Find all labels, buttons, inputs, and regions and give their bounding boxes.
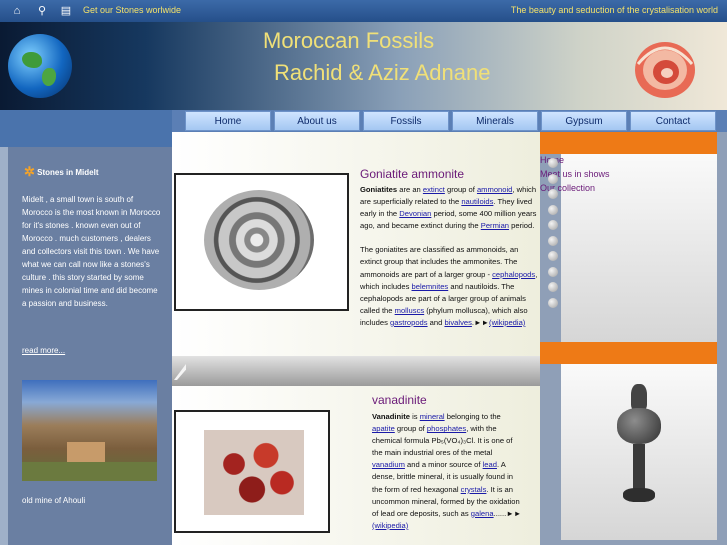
nav-item-about-us[interactable]: About us xyxy=(274,111,360,131)
paragraph-text: group of xyxy=(444,185,477,194)
photo-caption: old mine of Ahouli xyxy=(22,496,86,505)
document-icon[interactable]: ▤ xyxy=(59,4,73,18)
bullet-icon xyxy=(548,282,558,292)
orange-bar xyxy=(540,132,717,154)
article-vanadinite: vanadinite Vanadinite is mineral belongi… xyxy=(172,386,540,545)
article-body: Vanadinite is mineral belonging to the a… xyxy=(372,411,524,532)
bullet-icon xyxy=(548,297,558,308)
paragraph-text: .►► xyxy=(471,317,490,327)
paragraph-text: and xyxy=(427,317,445,327)
paragraph-text: group of xyxy=(394,424,427,434)
nav-item-home[interactable]: Home xyxy=(185,111,271,131)
goniatite-image xyxy=(174,173,349,311)
article-title: vanadinite xyxy=(372,393,427,407)
wiki-link[interactable]: (wikipedia) xyxy=(372,521,408,530)
article-title: Goniatite ammonite xyxy=(360,167,465,181)
nav-item-minerals[interactable]: Minerals xyxy=(452,111,538,131)
bullet-icon xyxy=(548,173,558,184)
paragraph-text: are an xyxy=(397,185,423,194)
wiki-link[interactable]: bivalves xyxy=(444,318,471,327)
bullet-icon xyxy=(548,189,558,199)
bullet-icon xyxy=(548,266,558,277)
wiki-link[interactable]: cephalopods xyxy=(492,270,535,279)
paragraph-text: period. xyxy=(509,221,535,231)
wiki-link[interactable]: ammonoid xyxy=(477,185,512,194)
nav-item-contact[interactable]: Contact xyxy=(630,111,716,131)
home-icon[interactable]: ⌂ xyxy=(10,4,24,18)
paragraph-text: and a minor source of xyxy=(404,460,483,470)
paragraph-text: is xyxy=(409,412,420,421)
ammonite-logo-image xyxy=(635,42,695,98)
wiki-link[interactable]: galena xyxy=(471,509,494,518)
wiki-link[interactable]: (wikipedia) xyxy=(489,318,525,327)
wiki-link[interactable]: crystals xyxy=(461,485,487,494)
wiki-link[interactable]: extinct xyxy=(423,185,445,194)
vanadinite-image xyxy=(174,410,330,533)
sidebar-heading: ✲ Stones in Midelt xyxy=(24,164,99,179)
left-header-strip xyxy=(0,110,172,147)
globe-image xyxy=(8,34,72,98)
nav-item-gypsum[interactable]: Gypsum xyxy=(541,111,627,131)
paragraph-text: belonging to the xyxy=(444,412,501,421)
bullet-icon xyxy=(548,251,558,261)
main-nav: Home About us Fossils Minerals Gypsum Contact xyxy=(172,110,727,132)
header-banner: Moroccan Fossils Rachid & Aziz Adnane xyxy=(0,22,727,110)
wiki-link[interactable]: gastropods xyxy=(390,318,428,327)
wiki-link[interactable]: phosphates xyxy=(427,424,466,433)
wiki-link[interactable]: belemnites xyxy=(412,282,449,291)
sidebar-text: Midelt , a small town is south of Morocc… xyxy=(22,195,161,308)
top-bar: ⌂ ⚲ ▤ Get our Stones worlwide The beauty… xyxy=(0,0,727,22)
right-column: HomeMeet us in showsOur collection xyxy=(540,132,727,545)
lamp-image xyxy=(605,380,673,520)
paragraph-text: Goniatites xyxy=(360,185,398,194)
article-body: Goniatites are an extinct group of ammon… xyxy=(360,184,538,329)
mine-photo xyxy=(22,380,157,481)
wiki-link[interactable]: apatite xyxy=(372,424,395,433)
featured-item-box xyxy=(561,364,717,540)
bullet-icon xyxy=(548,204,558,215)
bullet-icon xyxy=(548,158,558,168)
wiki-link[interactable]: Devonian xyxy=(399,209,431,218)
tagline-left: Get our Stones worlwide xyxy=(83,5,182,15)
wiki-link[interactable]: Permian xyxy=(481,221,509,230)
site-title: Moroccan Fossils xyxy=(263,28,435,53)
wiki-link[interactable]: nautiloids xyxy=(461,197,493,206)
orange-bar xyxy=(540,342,717,364)
article-paragraph: The goniatites are classified as ammonoi… xyxy=(360,244,538,329)
wiki-link[interactable]: molluscs xyxy=(395,306,425,315)
site-subtitle: Rachid & Aziz Adnane xyxy=(274,60,491,85)
left-sidebar: ✲ Stones in Midelt Midelt , a small town… xyxy=(8,147,172,545)
bullet-icon xyxy=(548,235,558,246)
paragraph-text: Vanadinite xyxy=(372,412,410,421)
wiki-link[interactable]: mineral xyxy=(420,412,445,421)
article-separator xyxy=(172,356,540,386)
wiki-link[interactable]: vanadium xyxy=(372,460,405,469)
tagline-right: The beauty and seduction of the crystali… xyxy=(510,5,718,15)
search-icon[interactable]: ⚲ xyxy=(35,4,49,18)
bullet-icon xyxy=(548,220,558,230)
wiki-link[interactable]: lead xyxy=(483,460,497,469)
nav-item-fossils[interactable]: Fossils xyxy=(363,111,449,131)
star-icon: ✲ xyxy=(24,164,35,179)
read-more-link[interactable]: read more... xyxy=(22,346,65,355)
article-paragraph: Vanadinite is mineral belonging to the a… xyxy=(372,411,524,532)
article-paragraph: Goniatites are an extinct group of ammon… xyxy=(360,184,538,232)
paragraph-text: ......►► xyxy=(493,508,522,518)
article-goniatite: Goniatite ammonite Goniatites are an ext… xyxy=(172,132,540,356)
